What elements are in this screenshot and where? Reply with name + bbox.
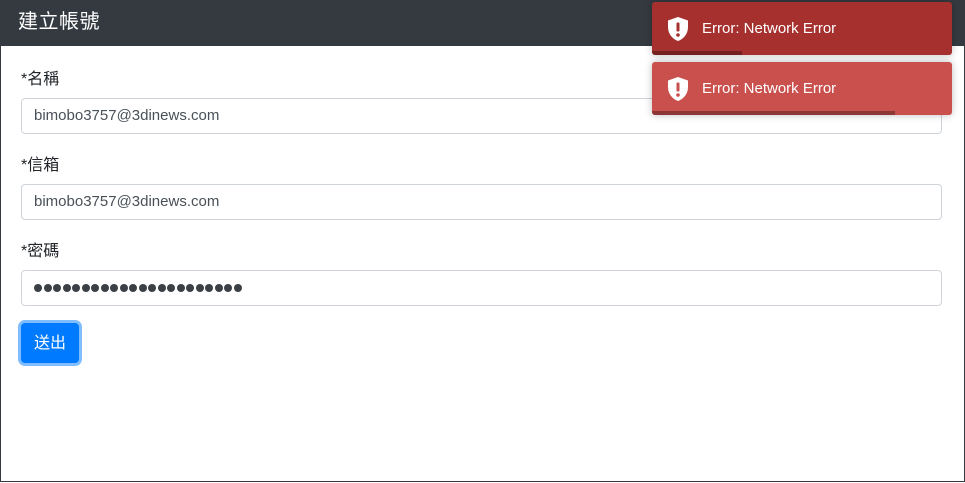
submit-button[interactable]: 送出	[21, 323, 79, 363]
password-mask-dot	[91, 284, 99, 292]
password-mask-dot	[176, 284, 185, 292]
password-mask-dot	[224, 284, 232, 292]
password-mask-dot	[110, 284, 118, 292]
password-mask-dot	[138, 284, 147, 292]
password-mask-dot	[157, 284, 166, 292]
toast-message: Error: Network Error	[702, 80, 837, 97]
password-mask-dot	[129, 284, 137, 292]
password-input[interactable]	[21, 270, 942, 306]
shield-exclamation-icon	[666, 16, 690, 42]
password-mask-dot	[214, 284, 223, 292]
password-label: *密碼	[21, 243, 60, 260]
password-mask-dot	[72, 284, 80, 292]
password-mask-dot	[34, 284, 42, 292]
password-mask-dot	[100, 284, 109, 292]
password-mask-dot	[148, 284, 156, 292]
password-mask-dot	[119, 284, 128, 292]
email-label: *信箱	[21, 157, 60, 174]
password-mask-dot	[167, 284, 175, 292]
error-toast[interactable]: Error: Network Error	[652, 62, 952, 115]
password-mask-dot	[205, 284, 213, 292]
name-label: *名稱	[21, 71, 60, 88]
password-mask	[34, 281, 242, 295]
toast-progress-bar	[652, 51, 742, 55]
shield-exclamation-icon	[666, 76, 690, 102]
password-mask-dot	[53, 284, 61, 292]
password-mask-dot	[186, 284, 194, 292]
password-mask-dot	[81, 284, 90, 292]
password-mask-dot	[62, 284, 71, 292]
email-input[interactable]	[21, 184, 942, 220]
password-mask-dot	[195, 284, 204, 292]
error-toast[interactable]: Error: Network Error	[652, 2, 952, 55]
page-title: 建立帳號	[18, 11, 100, 33]
toast-progress-bar	[652, 111, 895, 115]
password-mask-dot	[43, 284, 52, 292]
password-mask-dot	[233, 284, 242, 292]
toast-message: Error: Network Error	[702, 20, 837, 37]
